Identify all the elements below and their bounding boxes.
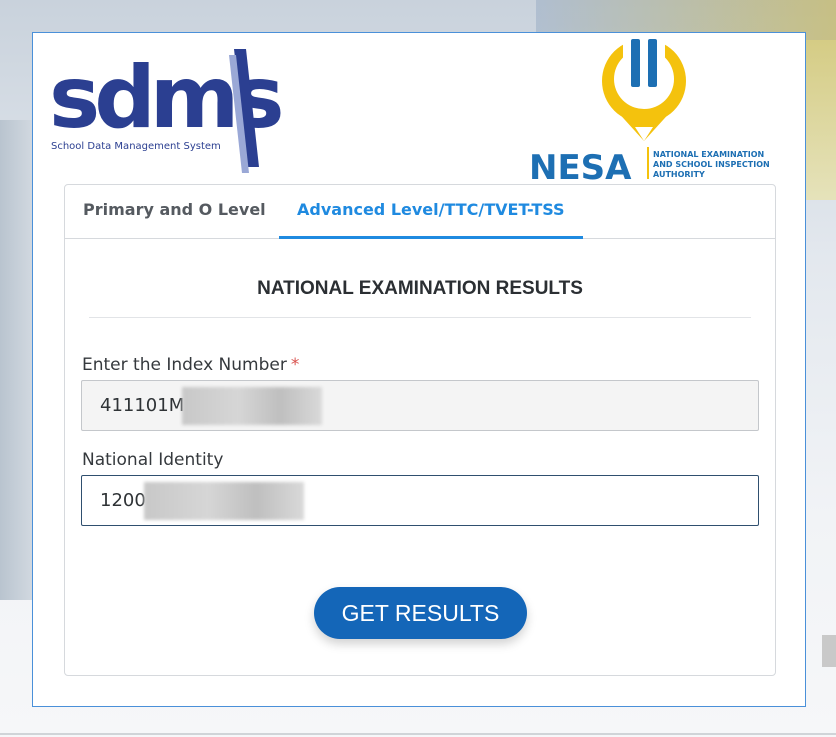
logo-header: sdms School Data Management System NESA … bbox=[33, 33, 805, 183]
national-identity-value: 1200 bbox=[100, 490, 146, 511]
nesa-subtitle-line-3: AUTHORITY bbox=[653, 170, 705, 179]
level-tabs: Primary and O Level Advanced Level/TTC/T… bbox=[65, 185, 775, 239]
national-identity-input[interactable]: 1200 bbox=[81, 475, 759, 526]
tab-advanced-level[interactable]: Advanced Level/TTC/TVET-TSS bbox=[279, 185, 583, 239]
index-number-input[interactable]: 411101M bbox=[81, 380, 759, 431]
page-title: NATIONAL EXAMINATION RESULTS bbox=[257, 278, 583, 299]
index-number-value: 411101M bbox=[100, 395, 185, 416]
redacted-blur bbox=[182, 387, 323, 425]
required-asterisk: * bbox=[290, 355, 300, 375]
nesa-subtitle-line-1: NATIONAL EXAMINATION bbox=[653, 150, 764, 159]
sdms-logo: sdms School Data Management System bbox=[49, 48, 287, 173]
get-results-button[interactable]: GET RESULTS bbox=[314, 587, 527, 639]
results-panel: sdms School Data Management System NESA … bbox=[32, 32, 806, 707]
scrollbar-nub[interactable] bbox=[822, 635, 836, 667]
background-right-shade bbox=[806, 40, 836, 200]
sdms-tagline: School Data Management System bbox=[51, 141, 221, 152]
nesa-subtitle-line-2: AND SCHOOL INSPECTION bbox=[653, 160, 770, 169]
redacted-blur bbox=[143, 482, 304, 520]
nesa-logo: NESA NATIONAL EXAMINATION AND SCHOOL INS… bbox=[529, 35, 770, 180]
title-divider bbox=[89, 317, 751, 318]
national-identity-label: National Identity bbox=[82, 450, 224, 470]
index-number-label: Enter the Index Number * bbox=[82, 355, 299, 375]
tab-primary-o-level[interactable]: Primary and O Level bbox=[83, 185, 266, 239]
index-number-label-text: Enter the Index Number bbox=[82, 355, 287, 375]
nesa-logo-text: NESA bbox=[529, 148, 632, 180]
results-card: Primary and O Level Advanced Level/TTC/T… bbox=[64, 184, 776, 676]
nesa-pencil-bar-left bbox=[631, 39, 640, 87]
nesa-pencil-bar-right bbox=[648, 39, 657, 87]
bottom-divider bbox=[0, 733, 836, 735]
